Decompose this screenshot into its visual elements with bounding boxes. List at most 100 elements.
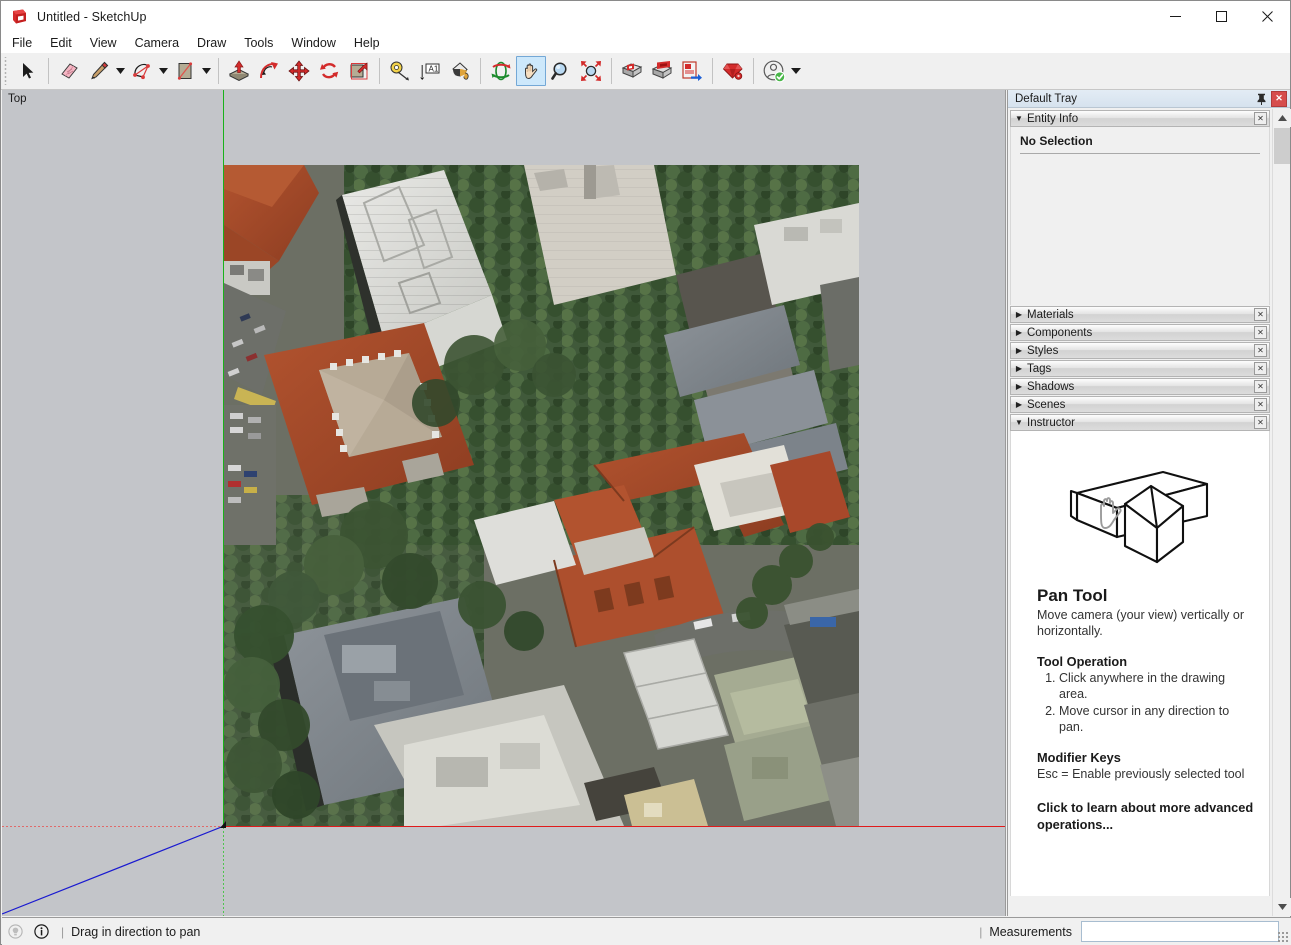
tray-close-button[interactable]: ✕ [1271, 90, 1287, 107]
toolbar-separator [379, 58, 380, 84]
panel-header-entity-info[interactable]: ▼ Entity Info ✕ [1010, 110, 1270, 127]
rectangle-tool-dropdown[interactable] [200, 56, 213, 86]
extension-warehouse-button[interactable] [718, 56, 748, 86]
chevron-down-icon: ▼ [1015, 417, 1023, 427]
user-account-button[interactable] [759, 56, 789, 86]
panel-close-tags[interactable]: ✕ [1254, 362, 1267, 375]
lightbulb-icon[interactable] [2, 924, 28, 939]
user-account-dropdown[interactable] [789, 56, 802, 86]
instructor-content: Pan Tool Move camera (your view) vertica… [1011, 581, 1269, 833]
measurements-area: | Measurements [972, 921, 1291, 942]
chevron-right-icon: ▶ [1015, 327, 1023, 337]
push-pull-icon [227, 60, 251, 82]
rotate-icon [318, 60, 340, 82]
menu-bar: File Edit View Camera Draw Tools Window … [1, 32, 1290, 53]
arc-tool-button[interactable] [127, 56, 157, 86]
menu-file[interactable]: File [3, 34, 41, 52]
instructor-description: Move camera (your view) vertically or ho… [1037, 607, 1244, 639]
scroll-up-button[interactable] [1273, 109, 1291, 127]
tray-title-label: Default Tray [1015, 92, 1077, 105]
arrow-cursor-icon [18, 61, 38, 81]
zoom-extents-tool-button[interactable] [576, 56, 606, 86]
magnifier-icon [550, 60, 572, 82]
panel-header-materials[interactable]: ▶ Materials ✕ [1010, 306, 1270, 323]
previous-view-button[interactable] [617, 56, 647, 86]
panel-close-shadows[interactable]: ✕ [1254, 380, 1267, 393]
minimize-button[interactable] [1152, 1, 1198, 32]
arc-icon [131, 60, 153, 82]
status-divider: | [61, 924, 65, 939]
pin-icon[interactable] [1253, 91, 1269, 107]
follow-me-tool-button[interactable] [254, 56, 284, 86]
resize-grip[interactable] [1277, 931, 1289, 943]
measurements-input[interactable] [1081, 921, 1279, 942]
orbit-tool-button[interactable] [486, 56, 516, 86]
close-button[interactable] [1244, 1, 1290, 32]
panel-close-entity-info[interactable]: ✕ [1254, 112, 1267, 125]
chevron-right-icon: ▶ [1015, 309, 1023, 319]
toolbar-grip[interactable] [3, 57, 10, 85]
tray-title-bar: Default Tray ✕ [1008, 90, 1290, 108]
panel-close-scenes[interactable]: ✕ [1254, 398, 1267, 411]
svg-text:A1: A1 [429, 64, 439, 73]
window-title: Untitled - SketchUp [37, 9, 147, 24]
panel-close-instructor[interactable]: ✕ [1254, 416, 1267, 429]
panel-label-components: Components [1027, 326, 1093, 339]
scrollbar-thumb[interactable] [1274, 128, 1290, 164]
chevron-right-icon: ▶ [1015, 399, 1023, 409]
drawing-viewport[interactable]: Top [2, 90, 1006, 916]
paint-bucket-tool-button[interactable] [445, 56, 475, 86]
instructor-advanced-link[interactable]: Click to learn about more advanced opera… [1037, 800, 1255, 833]
tray-scrollbar[interactable] [1272, 109, 1291, 916]
menu-view[interactable]: View [81, 34, 126, 52]
panel-close-components[interactable]: ✕ [1254, 326, 1267, 339]
menu-draw[interactable]: Draw [188, 34, 235, 52]
tape-measure-tool-button[interactable] [385, 56, 415, 86]
scale-tool-button[interactable] [344, 56, 374, 86]
green-axis-solid [223, 90, 224, 826]
select-tool-button[interactable] [13, 56, 43, 86]
send-to-layout-button[interactable] [677, 56, 707, 86]
pan-tool-button[interactable] [516, 56, 546, 86]
instructor-modifier-text: Esc = Enable previously selected tool [1037, 766, 1245, 781]
panel-header-shadows[interactable]: ▶ Shadows ✕ [1010, 378, 1270, 395]
next-view-button[interactable] [647, 56, 677, 86]
zoom-tool-button[interactable] [546, 56, 576, 86]
panel-header-styles[interactable]: ▶ Styles ✕ [1010, 342, 1270, 359]
line-tool-button[interactable] [84, 56, 114, 86]
eraser-tool-button[interactable] [54, 56, 84, 86]
menu-tools[interactable]: Tools [235, 34, 282, 52]
panel-header-scenes[interactable]: ▶ Scenes ✕ [1010, 396, 1270, 413]
panel-label-materials: Materials [1027, 308, 1074, 321]
default-tray: Default Tray ✕ ▼ Entity Info ✕ No Select… [1007, 90, 1291, 916]
panel-label-styles: Styles [1027, 344, 1059, 357]
tray-panel-list: ▼ Entity Info ✕ No Selection ▶ Materials… [1008, 109, 1272, 916]
menu-edit[interactable]: Edit [41, 34, 81, 52]
move-arrows-icon [288, 60, 310, 82]
panel-close-styles[interactable]: ✕ [1254, 344, 1267, 357]
rectangle-tool-button[interactable] [170, 56, 200, 86]
scroll-down-button[interactable] [1273, 898, 1291, 916]
maximize-button[interactable] [1198, 1, 1244, 32]
view-label: Top [8, 93, 27, 105]
arc-tool-dropdown[interactable] [157, 56, 170, 86]
panel-header-instructor[interactable]: ▼ Instructor ✕ [1010, 414, 1270, 431]
text-tool-button[interactable]: A1 [415, 56, 445, 86]
window-controls [1152, 1, 1290, 32]
panel-header-tags[interactable]: ▶ Tags ✕ [1010, 360, 1270, 377]
line-tool-dropdown[interactable] [114, 56, 127, 86]
panel-close-materials[interactable]: ✕ [1254, 308, 1267, 321]
menu-window[interactable]: Window [282, 34, 344, 52]
eraser-icon [58, 60, 80, 82]
menu-help[interactable]: Help [345, 34, 389, 52]
panel-body-entity-info: No Selection [1010, 127, 1270, 305]
info-icon[interactable] [28, 924, 54, 939]
panel-header-components[interactable]: ▶ Components ✕ [1010, 324, 1270, 341]
panel-label-tags: Tags [1027, 362, 1052, 375]
sketchup-logo-icon [11, 8, 28, 25]
push-pull-tool-button[interactable] [224, 56, 254, 86]
rotate-tool-button[interactable] [314, 56, 344, 86]
move-tool-button[interactable] [284, 56, 314, 86]
menu-camera[interactable]: Camera [126, 34, 188, 52]
user-signedin-icon [762, 59, 786, 83]
